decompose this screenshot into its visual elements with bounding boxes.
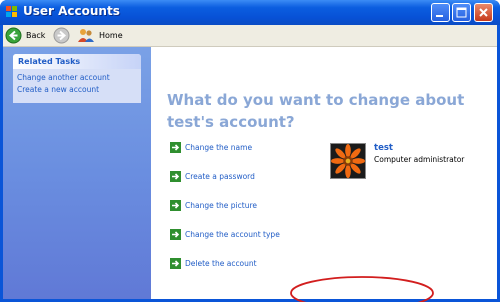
users-icon [78,29,94,42]
delete-account-link[interactable]: Delete the account [170,257,257,270]
home-label: Home [99,31,123,40]
red-ellipse-annotation [290,276,434,302]
close-icon [479,8,488,17]
close-button[interactable] [474,3,493,22]
change-picture-label: Change the picture [185,201,257,210]
main-content: What do you want to change about test's … [151,47,497,302]
window-title: User Accounts [23,4,120,18]
related-tasks-panel: Related Tasks Change another account Cre… [13,54,141,103]
create-password-link[interactable]: Create a password [170,170,255,183]
window-client-area: Back Home Related Tasks Change another a… [3,25,497,302]
minimize-button[interactable] [431,3,450,22]
forward-button[interactable] [53,26,70,45]
back-label: Back [26,31,46,40]
account-type: Computer administrator [374,155,465,164]
green-arrow-icon [170,258,181,269]
green-arrow-icon [170,229,181,240]
home-button[interactable]: Home [77,26,123,45]
user-accounts-window: User Accounts Back Home Related Tasks Ch… [0,0,500,302]
create-new-account-link[interactable]: Create a new account [13,84,141,96]
create-password-label: Create a password [185,172,255,181]
account-picture-flower [330,143,366,179]
account-name: test [374,143,393,153]
toolbar: Back Home [3,25,497,47]
page-heading: What do you want to change about test's … [167,91,465,131]
windows-logo-icon [6,6,17,17]
green-arrow-icon [170,171,181,182]
change-another-account-link[interactable]: Change another account [13,72,141,84]
change-account-type-link[interactable]: Change the account type [170,228,280,241]
change-account-type-label: Change the account type [185,230,280,239]
maximize-icon [456,7,467,18]
change-name-link[interactable]: Change the name [170,141,252,154]
change-picture-link[interactable]: Change the picture [170,199,257,212]
title-bar[interactable]: User Accounts [0,0,500,25]
forward-arrow-icon [53,27,70,44]
back-arrow-icon [5,27,22,44]
related-tasks-title: Related Tasks [13,54,141,69]
back-button[interactable]: Back [5,26,45,45]
change-name-label: Change the name [185,143,253,152]
maximize-button[interactable] [452,3,471,22]
green-arrow-icon [170,142,181,153]
delete-account-label: Delete the account [185,259,257,268]
green-arrow-icon [170,200,181,211]
task-pane: Related Tasks Change another account Cre… [3,47,151,299]
minimize-icon [436,15,443,17]
